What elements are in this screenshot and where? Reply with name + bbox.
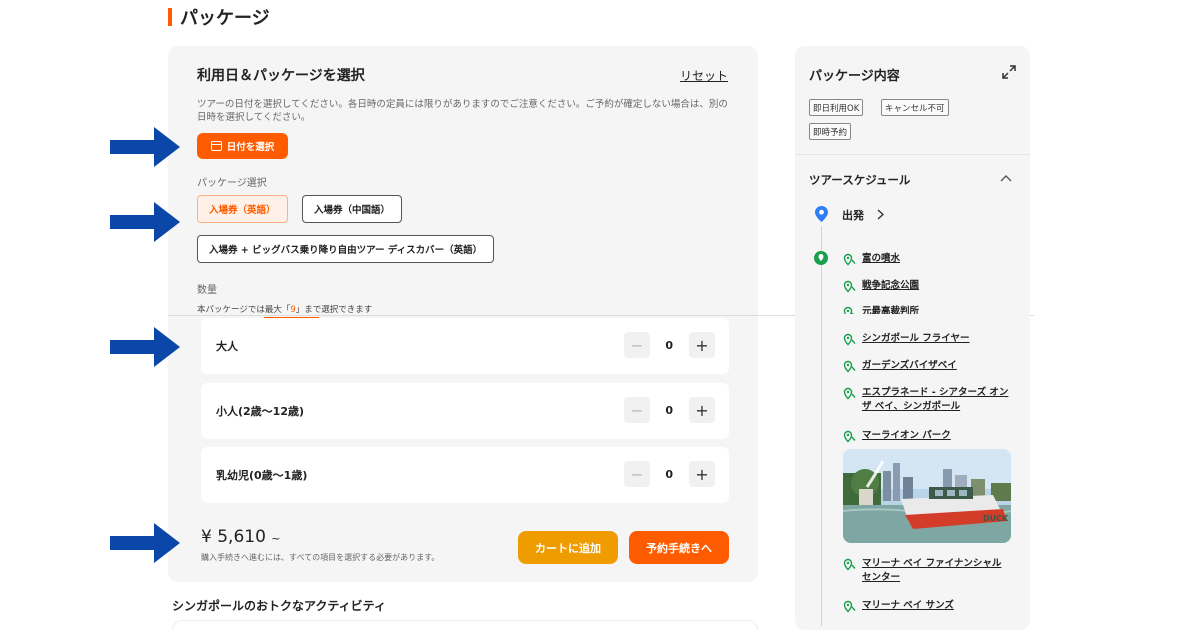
chevron-right-icon[interactable] — [877, 209, 884, 220]
package-details-panel: パッケージ内容 即日利用OK キャンセル不可 即時予約 ツアースケジュール 出発… — [795, 46, 1030, 630]
annotation-arrow-icon — [110, 327, 180, 367]
increment-button[interactable]: + — [689, 397, 715, 423]
stop-label: エスプラネード - シアターズ オン ザ ベイ、シンガポール — [862, 387, 1009, 412]
quantity-value: 0 — [665, 468, 673, 481]
schedule-stop[interactable]: 元最高裁判所 — [843, 305, 1010, 314]
schedule-stop[interactable]: シンガポール フライヤー — [843, 332, 1010, 346]
package-selection-panel: 利用日＆パッケージを選択 リセット ツアーの日付を選択してください。各日時の定員… — [168, 46, 758, 582]
stop-label: 戦争記念公園 — [862, 280, 920, 291]
schedule-stop[interactable]: 戦争記念公園 — [843, 279, 1010, 293]
panel-title: 利用日＆パッケージを選択 — [197, 68, 365, 84]
tag-instant-booking: 即時予約 — [809, 123, 852, 140]
details-title: パッケージ内容 — [809, 69, 900, 84]
attraction-pin-icon — [843, 387, 856, 400]
add-to-cart-button[interactable]: カートに追加 — [518, 531, 618, 564]
quantity-row-child: 小人(2歳〜12歳) − 0 + — [201, 383, 729, 439]
schedule-title: ツアースケジュール — [809, 173, 911, 187]
tag-instant-use: 即日利用OK — [809, 99, 864, 116]
quantity-row-infant: 乳幼児(0歳〜1歳) − 0 + — [201, 447, 729, 503]
decrement-button[interactable]: − — [624, 397, 650, 423]
price-suffix: ~ — [271, 532, 281, 545]
annotation-arrow-icon — [110, 523, 180, 563]
section-header: パッケージ — [168, 6, 270, 29]
quantity-value: 0 — [665, 339, 673, 352]
schedule-stop[interactable]: マーライオン パーク — [843, 429, 1010, 443]
schedule-stop[interactable]: マリーナ ベイ サンズ — [843, 599, 1010, 613]
stop-label: 富の噴水 — [862, 253, 901, 264]
attraction-pin-icon — [843, 306, 854, 314]
attraction-pin-icon — [843, 558, 856, 571]
increment-button[interactable]: + — [689, 332, 715, 358]
stop-label: マリーナ ベイ サンズ — [862, 600, 954, 611]
attraction-pin-icon — [843, 600, 856, 613]
stop-label: 元最高裁判所 — [862, 306, 920, 314]
date-description: ツアーの日付を選択してください。各日時の定員には限りがありますのでご注意ください… — [197, 99, 728, 123]
schedule-stop[interactable]: エスプラネード - シアターズ オン ザ ベイ、シンガポール — [843, 386, 1010, 414]
quantity-row-label: 乳幼児(0歳〜1歳) — [216, 469, 308, 482]
accent-bar — [168, 8, 172, 26]
schedule-stop[interactable]: ガーデンズバイザベイ — [843, 359, 1010, 373]
select-date-button[interactable]: 日付を選択 — [197, 133, 288, 159]
section-title: パッケージ — [180, 8, 270, 29]
timeline-line — [821, 226, 822, 626]
schedule-start: 出発 — [842, 209, 864, 222]
price-note: 購入手続きへ進むには、すべての項目を選択する必要があります。 — [201, 553, 440, 562]
attraction-photo: DUCK — [843, 449, 1011, 543]
quantity-value: 0 — [665, 404, 673, 417]
book-now-button[interactable]: 予約手続きへ — [629, 531, 729, 564]
reset-link[interactable]: リセット — [680, 67, 728, 84]
related-activities-card — [172, 620, 758, 630]
price: ¥ 5,610 ~ — [201, 527, 281, 547]
package-option-english[interactable]: 入場券（英語） — [197, 195, 288, 223]
annotation-arrow-icon — [110, 127, 180, 167]
attraction-pin-icon — [843, 430, 856, 443]
calendar-icon — [210, 141, 222, 151]
attraction-pin-icon — [843, 333, 856, 346]
stop-label: マーライオン パーク — [862, 430, 951, 441]
tag-non-cancellable: キャンセル不可 — [881, 99, 949, 116]
stop-label: ガーデンズバイザベイ — [862, 360, 957, 371]
quantity-row-adult: 大人 − 0 + — [201, 318, 729, 374]
quantity-row-label: 大人 — [216, 340, 238, 353]
package-option-chinese[interactable]: 入場券（中国語） — [302, 195, 403, 223]
divider — [795, 154, 1030, 155]
attraction-pin-icon — [843, 280, 856, 293]
decrement-button[interactable]: − — [624, 332, 650, 358]
attraction-pin-icon — [843, 253, 856, 266]
quantity-label: 数量 — [197, 285, 217, 296]
package-option-bigbus[interactable]: 入場券 + ビッグバス乗り降り自由ツアー ディスカバー（英語） — [197, 235, 495, 263]
stop-label: シンガポール フライヤー — [862, 333, 970, 344]
expand-icon[interactable] — [1002, 65, 1016, 79]
stop-label: マリーナ ベイ ファイナンシャル センター — [862, 558, 1002, 583]
package-label: パッケージ選択 — [197, 178, 267, 189]
increment-button[interactable]: + — [689, 461, 715, 487]
quantity-row-label: 小人(2歳〜12歳) — [216, 405, 305, 418]
schedule-stop[interactable]: 富の噴水 — [843, 252, 1010, 266]
quantity-note: 本パッケージでは最大「9」まで選択できます — [197, 303, 372, 315]
attraction-group-icon — [814, 251, 828, 265]
select-date-label: 日付を選択 — [226, 142, 275, 153]
quantity-note-pre: 本パッケージでは最大「 — [197, 305, 291, 315]
attraction-pin-icon — [843, 360, 856, 373]
decrement-button[interactable]: − — [624, 461, 650, 487]
related-activities-title: シンガポールのおトクなアクティビティ — [172, 599, 386, 613]
boat-text: DUCK — [983, 514, 1009, 523]
quantity-note-post: 」まで選択できます — [295, 305, 373, 315]
price-value: ¥ 5,610 — [201, 527, 266, 547]
annotation-arrow-icon — [110, 202, 180, 242]
location-pin-icon — [815, 206, 828, 222]
chevron-up-icon[interactable] — [1000, 174, 1012, 182]
schedule-stop[interactable]: マリーナ ベイ ファイナンシャル センター — [843, 557, 1010, 585]
